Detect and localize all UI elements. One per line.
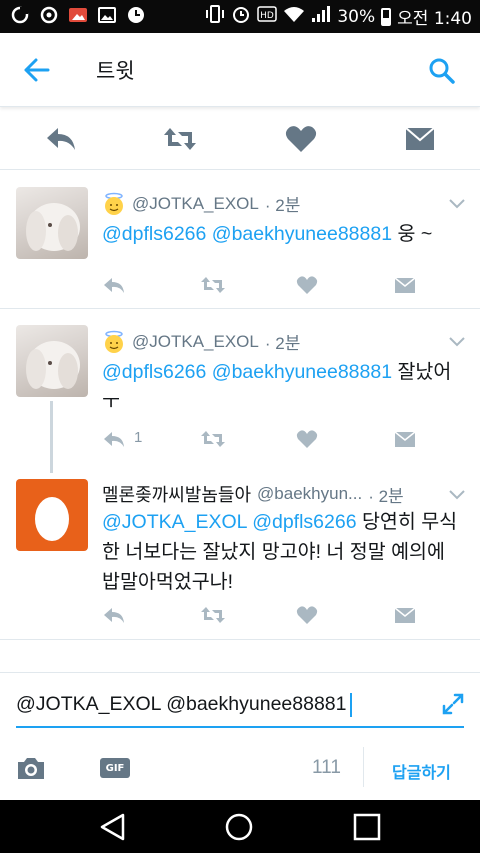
- back-arrow-icon[interactable]: [22, 57, 52, 83]
- retweet-icon[interactable]: [162, 124, 196, 154]
- reply-input-value: @JOTKA_EXOL @baekhyunee88881: [16, 693, 347, 716]
- search-icon[interactable]: [428, 57, 456, 85]
- battery-icon: [381, 7, 392, 26]
- battery-percent: 30%: [337, 6, 376, 27]
- tweet-text: @dpfls6266 @baekhyunee88881 잘났어 ㅜ: [102, 357, 462, 417]
- direct-message-icon[interactable]: [404, 124, 438, 154]
- tweet-body-text: 웅 ~: [392, 223, 433, 245]
- tweet-mentions[interactable]: @dpfls6266 @baekhyunee88881: [102, 361, 392, 383]
- status-bar: HD 30% 오전 1:40: [0, 0, 480, 33]
- avatar[interactable]: [16, 479, 88, 551]
- tweet-text: @JOTKA_EXOL @dpfls6266 당연히 무식한 너보다는 잘났지 …: [102, 507, 462, 597]
- chevron-down-icon[interactable]: [448, 195, 466, 209]
- like-heart-icon[interactable]: [296, 429, 320, 449]
- notification-icon: [10, 5, 30, 25]
- reply-count: 1: [134, 429, 143, 446]
- photo-icon: [68, 5, 88, 25]
- chevron-down-icon[interactable]: [448, 486, 466, 500]
- tweet-time: · 2분: [368, 486, 404, 506]
- tweet-handle[interactable]: @JOTKA_EXOL: [132, 194, 259, 214]
- tweet-item[interactable]: @JOTKA_EXOL · 2분 @dpfls6266 @baekhyunee8…: [0, 309, 480, 469]
- reply-icon[interactable]: [102, 275, 126, 295]
- tweet-detail-screen: HD 30% 오전 1:40 트윗 @JOTKA_EXOL · 2분 @dpfl…: [0, 0, 480, 853]
- wifi-icon: [283, 5, 305, 28]
- angel-emoji-icon: [102, 330, 126, 354]
- tweet-item[interactable]: @JOTKA_EXOL · 2분 @dpfls6266 @baekhyunee8…: [0, 171, 480, 308]
- home-circle-icon[interactable]: [224, 812, 254, 842]
- page-title: 트윗: [96, 60, 135, 83]
- tweet-time: · 2분: [264, 334, 301, 353]
- camera-icon[interactable]: [16, 755, 46, 781]
- avatar[interactable]: [16, 187, 88, 259]
- reply-input[interactable]: @JOTKA_EXOL @baekhyunee88881: [16, 693, 353, 717]
- alarm-icon: [231, 4, 251, 29]
- svg-text:HD: HD: [260, 11, 274, 21]
- tweet-handle[interactable]: @baekhyun...: [257, 484, 362, 504]
- tweet-text: @dpfls6266 @baekhyunee88881 웅 ~: [102, 219, 462, 249]
- retweet-icon[interactable]: [200, 605, 225, 625]
- chrome-icon: [39, 5, 59, 25]
- status-icons-right: HD 30% 오전 1:40: [205, 4, 472, 29]
- status-time: 오전 1:40: [397, 9, 472, 29]
- like-heart-icon[interactable]: [296, 275, 320, 295]
- tweet-mentions[interactable]: @dpfls6266 @baekhyunee88881: [102, 223, 392, 245]
- retweet-icon[interactable]: [200, 429, 225, 449]
- gallery-icon: [97, 5, 117, 25]
- divider: [363, 747, 364, 787]
- text-cursor: [350, 693, 353, 717]
- tweet-time: · 2분: [264, 196, 301, 215]
- like-heart-icon[interactable]: [285, 124, 319, 154]
- recent-apps-icon[interactable]: [352, 812, 382, 842]
- tweet-mentions[interactable]: @JOTKA_EXOL @dpfls6266: [102, 511, 357, 533]
- retweet-icon[interactable]: [200, 275, 225, 295]
- vibrate-icon: [205, 5, 225, 28]
- reply-icon[interactable]: [102, 429, 126, 449]
- like-heart-icon[interactable]: [296, 605, 320, 625]
- app-header: 트윗: [0, 33, 480, 107]
- back-triangle-icon[interactable]: [98, 812, 128, 842]
- tweet-header: 멜론좆까씨발놈들아 @baekhyun... · 2분: [102, 481, 404, 507]
- direct-message-icon[interactable]: [394, 429, 418, 449]
- hd-icon: HD: [257, 6, 278, 27]
- tweet-action-bar: [0, 108, 480, 170]
- tweet-header: @JOTKA_EXOL · 2분: [102, 191, 300, 216]
- expand-icon[interactable]: [442, 693, 464, 715]
- direct-message-icon[interactable]: [394, 605, 418, 625]
- reply-composer: @JOTKA_EXOL @baekhyunee88881 GIF 111 답글하…: [0, 672, 480, 800]
- gif-button[interactable]: GIF: [100, 758, 130, 778]
- reply-icon[interactable]: [44, 124, 78, 154]
- status-icons-left: [10, 5, 146, 25]
- direct-message-icon[interactable]: [394, 275, 418, 295]
- thread-connector: [50, 401, 53, 473]
- tweet-item[interactable]: 멜론좆까씨발놈들아 @baekhyun... · 2분 @JOTKA_EXOL …: [0, 469, 480, 639]
- tweet-handle[interactable]: @JOTKA_EXOL: [132, 332, 259, 352]
- input-underline: [16, 726, 464, 728]
- avatar[interactable]: [16, 325, 88, 397]
- signal-icon: [311, 5, 331, 28]
- system-nav-bar: [0, 800, 480, 853]
- tweet-display-name[interactable]: 멜론좆까씨발놈들아: [102, 481, 251, 507]
- divider: [0, 639, 480, 640]
- clock-app-icon: [126, 5, 146, 25]
- reply-submit-button[interactable]: 답글하기: [392, 759, 451, 783]
- tweet-header: @JOTKA_EXOL · 2분: [102, 329, 300, 354]
- reply-icon[interactable]: [102, 605, 126, 625]
- character-count: 111: [312, 757, 341, 778]
- angel-emoji-icon: [102, 192, 126, 216]
- chevron-down-icon[interactable]: [448, 333, 466, 347]
